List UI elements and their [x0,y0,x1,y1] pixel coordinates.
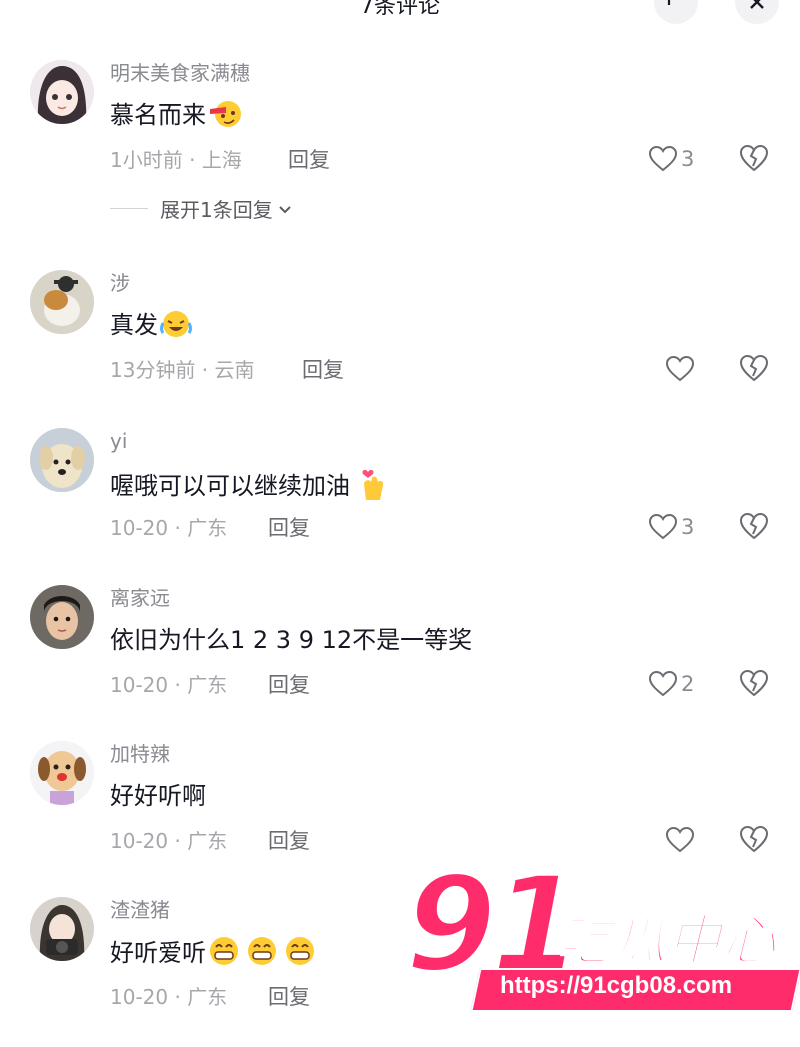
divider-line [110,208,148,209]
like-count: 3 [681,147,695,171]
like-button[interactable] [666,825,698,855]
comment-username[interactable]: 加特辣 [110,741,170,767]
comment-meta: 13分钟前 · 云南 [110,358,255,382]
comment-time: 10-20 [110,829,169,853]
watermark-url: https://91cgb08.com [500,972,733,999]
reply-button[interactable]: 回复 [302,356,344,384]
like-count: 3 [681,515,695,539]
heart-outline-icon [649,146,677,172]
comment-meta: 1小时前 · 上海 [110,148,242,172]
dislike-button[interactable] [739,354,769,384]
chevron-down-icon [279,205,291,213]
reply-button[interactable]: 回复 [268,827,310,855]
like-button[interactable] [666,354,698,384]
comment-username[interactable]: 明末美食家满穗 [110,60,250,86]
comment-meta: 10-20 · 广东 [110,985,228,1009]
close-icon [750,0,764,9]
like-button[interactable]: 2 [649,669,694,699]
laughing-crying-emoji-icon [160,309,192,348]
like-count: 2 [681,672,695,696]
avatar[interactable] [30,60,94,124]
watermark-title: 吃瓜中心 [556,908,777,973]
comment-text-content: 好听爱听 [110,939,206,967]
heart-outline-icon [666,356,694,382]
broken-heart-icon [739,512,769,540]
comment-username[interactable]: 涉 [110,270,130,296]
comment-text: 慕名而来 [110,98,242,138]
dislike-button[interactable] [739,512,769,542]
like-button[interactable]: 3 [649,512,694,542]
comment-time: 10-20 [110,673,169,697]
heart-outline-icon [666,827,694,853]
comment-item: 涉 真发 13分钟前 · 云南 回复 [0,270,800,420]
expand-icon [667,0,671,5]
comment-text-content: 真发 [110,311,158,339]
broken-heart-icon [739,825,769,853]
expand-replies-label: 展开1条回复 [160,198,273,222]
comment-location: 广东 [187,673,228,697]
heart-outline-icon [649,671,677,697]
comment-time: 13分钟前 [110,358,196,382]
heart-eyes-emoji-icon [208,99,242,138]
reply-button[interactable]: 回复 [268,514,310,542]
comment-text: 好听爱听 [110,935,316,976]
comment-text: 喔哦可以可以继续加油 [110,466,388,509]
avatar[interactable] [30,428,94,492]
broken-heart-icon [739,669,769,697]
like-button[interactable]: 3 [649,144,694,174]
reply-button[interactable]: 回复 [268,671,310,699]
comment-text: 好好听啊 [110,782,206,810]
comment-location: 上海 [201,148,242,172]
comment-time: 10-20 [110,516,169,540]
dislike-button[interactable] [739,669,769,699]
grin-emoji-icon [208,935,316,976]
comment-meta: 10-20 · 广东 [110,516,228,540]
comment-text: 真发 [110,308,192,348]
expand-replies-button[interactable]: 展开1条回复 [110,194,293,223]
comment-username[interactable]: 离家远 [110,585,170,611]
heart-outline-icon [649,514,677,540]
avatar[interactable] [30,897,94,961]
close-button[interactable] [735,0,779,24]
comment-text-content: 慕名而来 [110,101,206,129]
comment-text: 依旧为什么1 2 3 9 12不是一等奖 [110,626,473,654]
dislike-button[interactable] [739,144,769,174]
comment-location: 广东 [187,829,228,853]
site-watermark: 91 吃瓜中心 https://91cgb08.com [403,848,800,1020]
avatar[interactable] [30,741,94,805]
finger-heart-emoji-icon [358,466,388,509]
comment-meta: 10-20 · 广东 [110,829,228,853]
comments-header: 7条评论 [0,0,800,30]
comment-item: 明末美食家满穗 慕名而来 1小时前 · 上海 回复 3 展开1条回复 [0,60,800,222]
avatar[interactable] [30,585,94,649]
comment-location: 广东 [187,985,228,1009]
comment-item: yi 喔哦可以可以继续加油 10-20 · 广东 回复 3 [0,428,800,578]
expand-panel-button[interactable] [654,0,698,24]
reply-button[interactable]: 回复 [288,146,330,174]
comment-username[interactable]: yi [110,428,127,454]
avatar[interactable] [30,270,94,334]
broken-heart-icon [739,354,769,382]
reply-button[interactable]: 回复 [268,983,310,1011]
comment-location: 云南 [214,358,255,382]
comment-item: 离家远 依旧为什么1 2 3 9 12不是一等奖 10-20 · 广东 回复 2 [0,585,800,735]
broken-heart-icon [739,144,769,172]
comment-time: 1小时前 [110,148,183,172]
comment-meta: 10-20 · 广东 [110,673,228,697]
dislike-button[interactable] [739,825,769,855]
comment-text-content: 喔哦可以可以继续加油 [110,472,350,500]
comment-time: 10-20 [110,985,169,1009]
comment-location: 广东 [187,516,228,540]
comment-username[interactable]: 渣渣猪 [110,897,170,923]
